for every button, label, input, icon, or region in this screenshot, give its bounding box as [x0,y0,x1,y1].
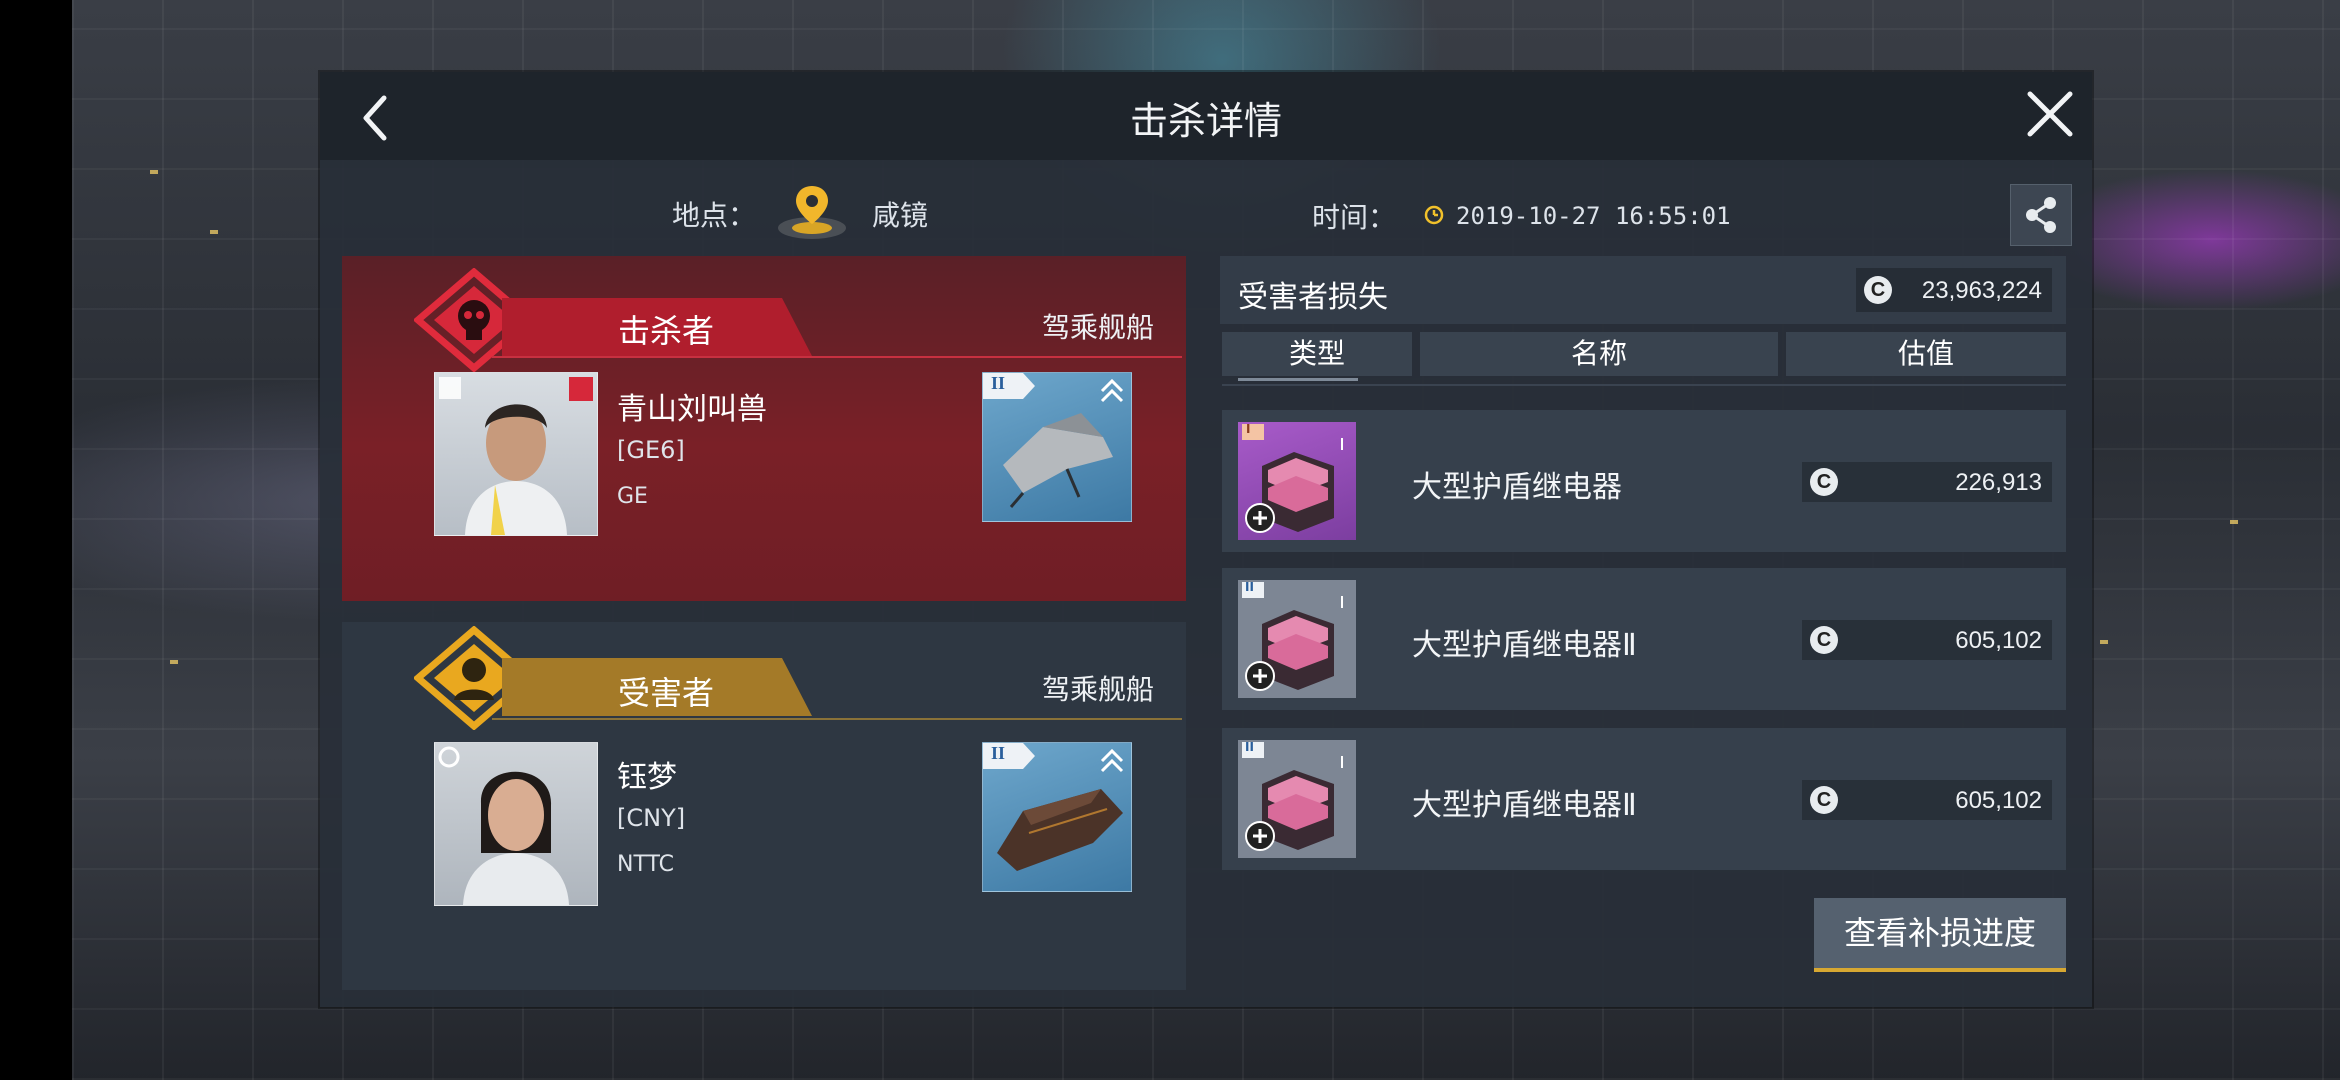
loss-total-box: C 23,963,224 [1856,268,2052,312]
share-button[interactable] [2010,184,2072,246]
item-value-box: C 605,102 [1802,620,2052,660]
victim-ship-label: 驾乘舰船 [1042,673,1155,706]
time-label: 时间： [1312,201,1397,234]
victim-ship-thumbnail[interactable]: II [982,742,1132,892]
victim-corp: [CNY] [617,804,686,832]
panel-header: 击杀详情 [320,72,2092,160]
location-pin-icon [778,186,846,239]
killer-avatar[interactable] [434,372,598,536]
item-tier: II [1245,580,1254,594]
view-compensation-progress-button[interactable]: 查看补损进度 [1814,898,2066,972]
killer-alliance: GE [617,484,648,509]
item-value-box: C 605,102 [1802,780,2052,820]
time-value: 2019-10-27 16:55:01 [1456,202,1731,230]
victim-divider [492,718,1182,720]
item-value: 605,102 [1955,627,2042,654]
page-title: 击杀详情 [1129,99,1282,143]
killer-name[interactable]: 青山刘叫兽 [617,384,767,428]
loss-item-row[interactable]: II 大型护盾继电器Ⅱ C 605,102 [1222,568,2066,710]
loss-total: 23,963,224 [1921,277,2042,304]
victim-role-label: 受害者 [618,674,715,712]
loss-label: 受害者损失 [1238,280,1388,315]
victim-ship-tier: II [991,743,1006,763]
killer-role-label: 击杀者 [618,312,715,350]
chevron-up-icon [1100,378,1124,403]
victim-portrait-image [438,746,569,905]
item-name: 大型护盾继电器Ⅱ [1412,788,1637,823]
killer-card: 击杀者 驾乘舰船 青山刘叫兽 [GE6] GE II [342,256,1186,601]
item-value: 226,913 [1955,469,2042,496]
close-icon [2027,91,2073,137]
killer-divider [492,356,1182,358]
killer-ship-label: 驾乘舰船 [1042,311,1155,344]
credit-coin-icon: C [1810,626,1838,654]
killer-corp: [GE6] [617,436,685,464]
victim-card: 受害者 驾乘舰船 钰梦 [CNY] NTTC II [342,622,1186,990]
column-header-type[interactable]: 类型 [1222,332,1412,376]
shield-relay-module-image [1242,582,1343,691]
shield-relay-module-image [1242,424,1343,533]
item-thumbnail: II [1238,740,1356,858]
credit-coin-icon: C [1864,276,1892,304]
close-button[interactable] [2020,84,2080,144]
item-thumbnail: I [1238,422,1356,540]
item-value-box: C 226,913 [1802,462,2052,502]
item-name: 大型护盾继电器Ⅱ [1412,628,1637,663]
victim-avatar[interactable] [434,742,598,906]
item-tier: II [1245,740,1254,754]
column-header-name[interactable]: 名称 [1420,332,1778,376]
loss-item-row[interactable]: II 大型护盾继电器Ⅱ C 605,102 [1222,728,2066,870]
location-label: 地点： [672,199,757,232]
loss-item-row[interactable]: I 大型护盾继电器 C 226,913 [1222,410,2066,552]
share-icon [2026,197,2056,233]
item-thumbnail: II [1238,580,1356,698]
credit-coin-icon: C [1810,468,1838,496]
item-tier: I [1246,422,1251,436]
active-sort-indicator [1238,378,1358,381]
column-header-value[interactable]: 估值 [1786,332,2066,376]
chevron-up-icon [1100,748,1124,773]
screen-edge [0,0,72,1080]
item-name: 大型护盾继电器 [1412,470,1622,505]
killer-ship-thumbnail[interactable]: II [982,372,1132,522]
list-divider [1222,384,2066,386]
kill-detail-panel: 击杀详情 地点： 咸镜 时间： 2019-10-27 16:55:01 击杀者 … [320,72,2092,1007]
alarm-clock-icon [1424,205,1444,225]
item-value: 605,102 [1955,787,2042,814]
killer-portrait-image [439,377,593,535]
location-value: 咸镜 [872,199,929,232]
victim-loss-header: 受害者损失 C 23,963,224 [1220,256,2066,324]
victim-name[interactable]: 钰梦 [617,752,677,796]
credit-coin-icon: C [1810,786,1838,814]
killer-ship-tier: II [991,373,1006,393]
victim-alliance: NTTC [617,852,675,877]
shield-relay-module-image [1242,742,1343,851]
